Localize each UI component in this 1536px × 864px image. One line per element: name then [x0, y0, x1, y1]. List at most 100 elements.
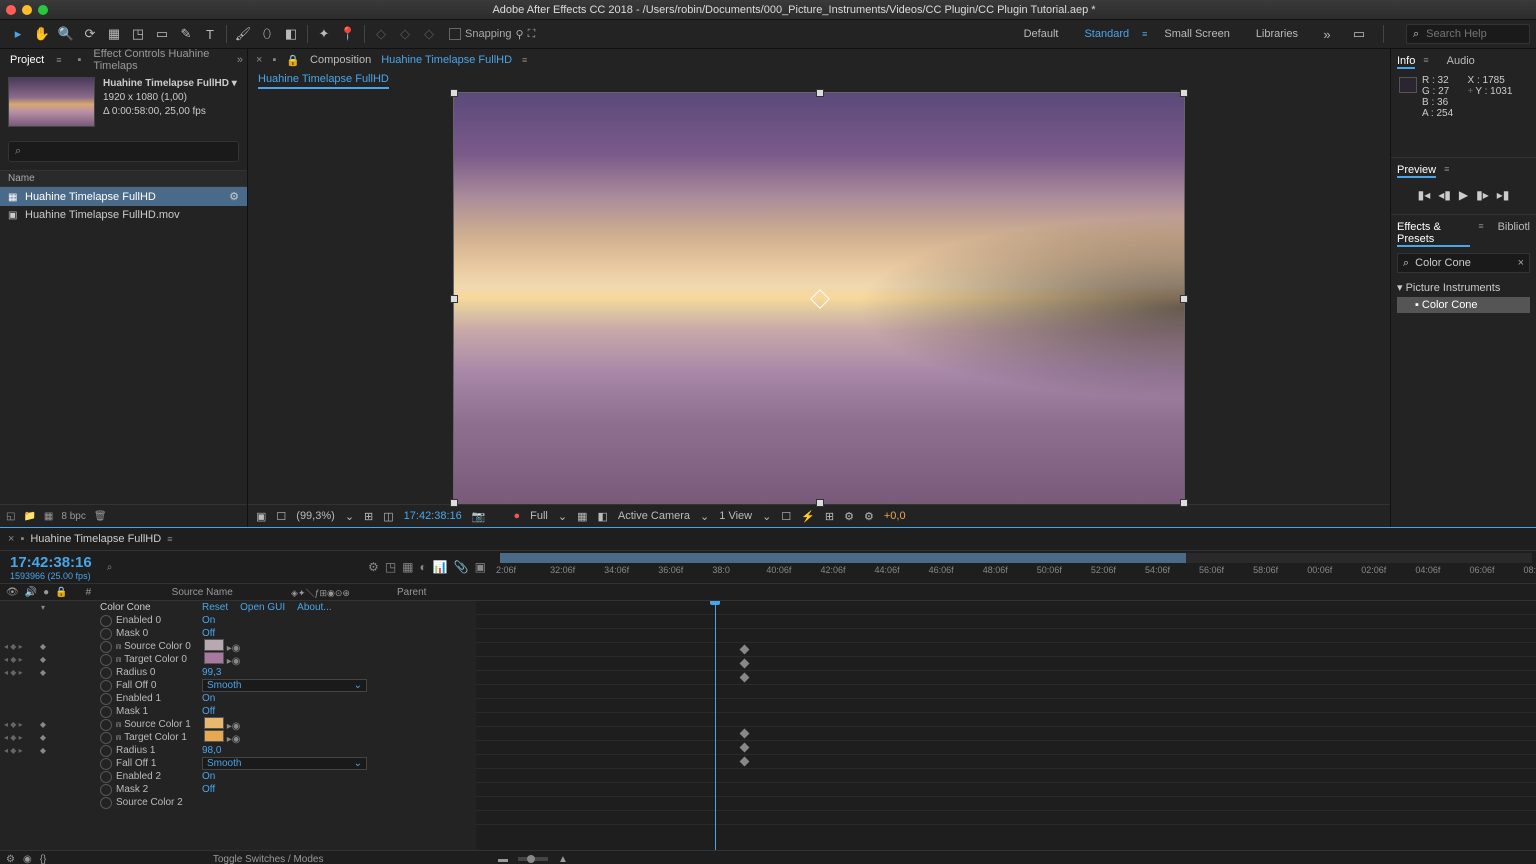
workspace-default[interactable]: Default [1015, 25, 1068, 43]
always-preview-icon[interactable]: ▣ [256, 510, 266, 523]
property-row[interactable]: Fall Off 0Smooth⌄ [0, 679, 476, 692]
snapshot-icon[interactable]: 📷 [472, 510, 486, 523]
roi-icon[interactable]: ◫ [383, 510, 393, 523]
rectangle-tool-icon[interactable]: ▭ [152, 24, 172, 44]
track-row[interactable] [476, 713, 1536, 727]
tab-info[interactable]: Info [1397, 55, 1415, 69]
pixel-aspect-icon[interactable]: ☐ [781, 510, 791, 523]
eraser-tool-icon[interactable]: ◧ [281, 24, 301, 44]
track-row[interactable] [476, 643, 1536, 657]
brush-tool-icon[interactable]: 🖌 [233, 24, 253, 44]
type-tool-icon[interactable]: T [200, 24, 220, 44]
timecode-display[interactable]: 17:42:38:16 [404, 510, 462, 522]
prev-frame-icon[interactable]: ◂▮ [1438, 188, 1451, 202]
eye-icon[interactable]: 👁 [6, 587, 19, 598]
close-tab-icon[interactable]: × [8, 533, 14, 545]
keyframe-icon[interactable] [740, 659, 750, 669]
resize-handle[interactable] [450, 295, 458, 303]
resize-handle[interactable] [1180, 499, 1188, 507]
clone-tool-icon[interactable]: ⬯ [257, 24, 277, 44]
composition-thumbnail[interactable] [8, 77, 95, 127]
selection-tool-icon[interactable]: ▸ [8, 24, 28, 44]
fast-preview-icon[interactable]: ⚡ [801, 510, 815, 523]
breadcrumb-item[interactable]: Huahine Timelapse FullHD [258, 73, 389, 89]
render-queue-icon[interactable]: ◉ [23, 854, 32, 864]
track-row[interactable] [476, 769, 1536, 783]
column-source-name[interactable]: Source Name [172, 587, 233, 598]
menu-icon[interactable]: ≡ [1142, 29, 1147, 39]
chevron-down-icon[interactable]: ⌄ [558, 510, 567, 523]
workspace-small-screen[interactable]: Small Screen [1155, 25, 1238, 43]
project-search[interactable]: ⌕ [8, 141, 239, 162]
trash-icon[interactable]: 🗑 [94, 511, 107, 522]
keyframe-icon[interactable] [740, 757, 750, 767]
clip-icon[interactable]: 📎 [454, 560, 469, 574]
close-icon[interactable] [6, 5, 16, 15]
zoom-out-icon[interactable]: ▬ [498, 854, 508, 864]
overflow-icon[interactable]: » [1317, 24, 1337, 44]
hand-tool-icon[interactable]: ✋ [32, 24, 52, 44]
track-row[interactable] [476, 671, 1536, 685]
lock-icon[interactable]: 🔒 [55, 587, 67, 598]
menu-icon[interactable]: ≡ [56, 55, 61, 65]
effects-search[interactable]: ⌕ × [1397, 253, 1530, 273]
keyframe-icon[interactable] [740, 645, 750, 655]
flowchart-icon[interactable]: ⚙ [229, 190, 239, 203]
timeline-tracks[interactable] [476, 601, 1536, 850]
minimize-icon[interactable] [22, 5, 32, 15]
column-parent[interactable]: Parent [397, 587, 482, 598]
keyframe-icon[interactable] [740, 673, 750, 683]
camera-tool-icon[interactable]: ▦ [104, 24, 124, 44]
track-row[interactable] [476, 657, 1536, 671]
keyframe-icon[interactable] [740, 743, 750, 753]
time-ruler[interactable]: 2:06f32:06f34:06f36:06f38:040:06f42:06f4… [496, 551, 1536, 583]
channel-icon[interactable]: ● [513, 510, 520, 522]
exposure-reset-icon[interactable]: ⚙ [864, 510, 874, 523]
resolution-icon[interactable]: ⊞ [364, 510, 373, 523]
project-item-composition[interactable]: ▦ Huahine Timelapse FullHD ⚙ [0, 187, 247, 206]
exposure-value[interactable]: +0,0 [884, 510, 906, 522]
tab-audio[interactable]: Audio [1447, 55, 1475, 69]
property-row[interactable]: Source Color 2 [0, 796, 476, 809]
next-frame-icon[interactable]: ▮▸ [1476, 188, 1489, 202]
workspace-libraries[interactable]: Libraries [1247, 25, 1307, 43]
chevron-down-icon[interactable]: ⌄ [345, 510, 354, 523]
interpret-icon[interactable]: ◱ [6, 511, 15, 522]
new-comp-icon[interactable]: ▦ [44, 511, 53, 522]
property-row[interactable]: Enabled 1On [0, 692, 476, 705]
composition-name[interactable]: Huahine Timelapse FullHD [381, 54, 512, 66]
tab-preview[interactable]: Preview [1397, 164, 1436, 178]
last-frame-icon[interactable]: ▸▮ [1497, 188, 1510, 202]
help-search-input[interactable] [1424, 27, 1518, 41]
track-row[interactable] [476, 615, 1536, 629]
reset-link[interactable]: Reset [202, 602, 228, 613]
resize-handle[interactable] [816, 89, 824, 97]
tab-effect-controls[interactable]: Effect Controls Huahine Timelaps [87, 46, 230, 74]
property-row[interactable]: ◂ ◆ ▸◆Radius 198,0 [0, 744, 476, 757]
resolution-select[interactable]: Full [530, 510, 548, 522]
chevron-down-icon[interactable]: ⌄ [762, 510, 771, 523]
zoom-slider[interactable] [518, 857, 548, 861]
pan-behind-tool-icon[interactable]: ◳ [128, 24, 148, 44]
camera-select[interactable]: Active Camera [618, 510, 690, 522]
property-row[interactable]: ◂ ◆ ▸◆Radius 099,3 [0, 666, 476, 679]
clear-icon[interactable]: × [1518, 257, 1524, 269]
effect-header-row[interactable]: ▾ Color Cone Reset Open GUI About... [0, 601, 476, 614]
keyframe-icon[interactable] [740, 729, 750, 739]
resize-handle[interactable] [1180, 89, 1188, 97]
project-item-footage[interactable]: ▣ Huahine Timelapse FullHD.mov [0, 206, 247, 224]
playhead[interactable] [715, 601, 716, 850]
frame-blend-icon[interactable]: ▦ [402, 560, 413, 574]
track-row[interactable] [476, 811, 1536, 825]
snapping-toggle[interactable]: Snapping ⚲ ⛶ [449, 28, 535, 41]
zoom-in-icon[interactable]: ▲ [558, 854, 568, 864]
zoom-level[interactable]: (99,3%) [296, 510, 335, 522]
overflow-icon[interactable]: » [237, 54, 243, 66]
new-folder-icon[interactable]: 📁 [23, 511, 35, 522]
timeline-icon[interactable]: ⊞ [825, 510, 834, 523]
resize-handle[interactable] [1180, 295, 1188, 303]
audio-icon[interactable]: 🔊 [25, 587, 37, 598]
track-row[interactable] [476, 783, 1536, 797]
solo-icon[interactable]: ● [43, 587, 49, 598]
effects-search-input[interactable] [1413, 256, 1507, 270]
